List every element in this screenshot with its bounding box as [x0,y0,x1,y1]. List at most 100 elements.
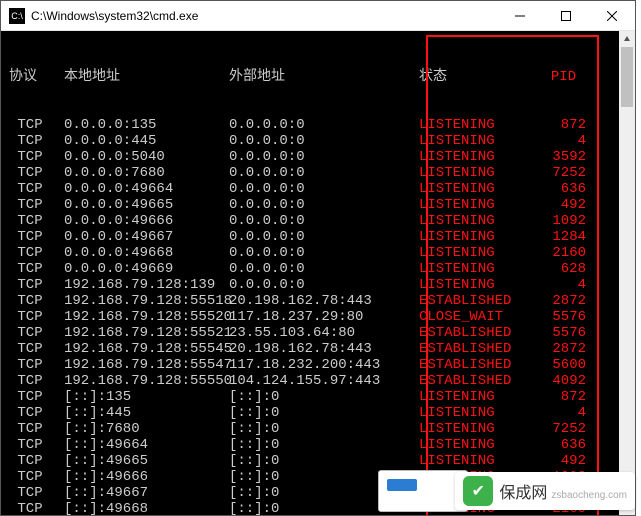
cell-local: 0.0.0.0:135 [64,117,229,133]
cell-proto: TCP [9,325,64,341]
cell-foreign: [::]:0 [229,421,419,437]
cell-pid: 5576 [541,309,586,325]
cell-proto: TCP [9,181,64,197]
cell-pid: 2160 [541,245,586,261]
cell-local: [::]:49666 [64,469,229,485]
cell-state: CLOSE_WAIT [419,309,541,325]
cell-proto: TCP [9,277,64,293]
cell-proto: TCP [9,293,64,309]
cell-proto: TCP [9,405,64,421]
cell-pid: 2872 [541,341,586,357]
watermark-domain: zsbaocheng.com [551,490,627,501]
header-row: 协议 本地地址 外部地址 状态 PID [9,69,627,85]
watermark-text: 保成网 [499,479,547,503]
window-title: C:\Windows\system32\cmd.exe [31,9,497,23]
netstat-row: TCP192.168.79.128:55550104.124.155.97:44… [9,373,627,389]
netstat-row: TCP0.0.0.0:1350.0.0.0:0LISTENING872 [9,117,627,133]
netstat-rows: TCP0.0.0.0:1350.0.0.0:0LISTENING872 TCP0… [9,117,627,515]
cell-state: LISTENING [419,453,541,469]
cell-pid: 636 [541,437,586,453]
scrollbar-thumb[interactable] [621,47,633,107]
titlebar[interactable]: C:\ C:\Windows\system32\cmd.exe [1,1,635,31]
cell-proto: TCP [9,165,64,181]
cell-pid: 636 [541,181,586,197]
maximize-button[interactable] [543,1,589,30]
cell-state: LISTENING [419,165,541,181]
netstat-row: TCP[::]:49665[::]:0LISTENING492 [9,453,627,469]
cell-pid: 5600 [541,357,586,373]
cell-foreign: 0.0.0.0:0 [229,197,419,213]
cell-foreign: 0.0.0.0:0 [229,117,419,133]
cell-local: 192.168.79.128:55518 [64,293,229,309]
cell-pid: 1092 [541,213,586,229]
cell-local: [::]:49668 [64,501,229,515]
cell-state: ESTABLISHED [419,373,541,389]
cell-local: 0.0.0.0:49665 [64,197,229,213]
cell-pid: 492 [541,197,586,213]
cell-pid: 872 [541,389,586,405]
cell-local: [::]:445 [64,405,229,421]
cell-state: LISTENING [419,229,541,245]
cell-state: LISTENING [419,277,541,293]
cell-proto: TCP [9,149,64,165]
cell-local: 192.168.79.128:55520 [64,309,229,325]
cell-proto: TCP [9,245,64,261]
netstat-row: TCP[::]:445[::]:0LISTENING4 [9,405,627,421]
cell-local: [::]:49667 [64,485,229,501]
scroll-up-button[interactable] [619,31,635,47]
cmd-icon: C:\ [9,8,25,24]
netstat-row: TCP0.0.0.0:496650.0.0.0:0LISTENING492 [9,197,627,213]
cell-state: LISTENING [419,213,541,229]
cell-local: 192.168.79.128:55545 [64,341,229,357]
cell-local: [::]:7680 [64,421,229,437]
netstat-row: TCP192.168.79.128:5552123.55.103.64:80ES… [9,325,627,341]
cell-pid: 872 [541,117,586,133]
cell-state: ESTABLISHED [419,357,541,373]
cell-proto: TCP [9,389,64,405]
cell-foreign: 0.0.0.0:0 [229,165,419,181]
netstat-row: TCP192.168.79.128:5554520.198.162.78:443… [9,341,627,357]
close-button[interactable] [589,1,635,30]
cell-pid: 4 [541,277,586,293]
cell-proto: TCP [9,501,64,515]
cell-local: [::]:49665 [64,453,229,469]
cell-foreign: 20.198.162.78:443 [229,293,419,309]
cell-proto: TCP [9,357,64,373]
titlebar-buttons [497,1,635,30]
cell-pid: 5576 [541,325,586,341]
cell-local: 0.0.0.0:5040 [64,149,229,165]
cell-pid: 7252 [541,165,586,181]
cell-state: LISTENING [419,149,541,165]
cell-proto: TCP [9,469,64,485]
vertical-scrollbar[interactable] [619,31,635,515]
netstat-row: TCP192.168.79.128:55520117.18.237.29:80C… [9,309,627,325]
cell-local: 0.0.0.0:49664 [64,181,229,197]
cell-pid: 7252 [541,421,586,437]
cell-foreign: 0.0.0.0:0 [229,245,419,261]
cell-pid: 4 [541,405,586,421]
watermark: 保成网 zsbaocheng.com [455,472,635,510]
cell-state: ESTABLISHED [419,341,541,357]
netstat-row: TCP0.0.0.0:496690.0.0.0:0LISTENING628 [9,261,627,277]
minimize-button[interactable] [497,1,543,30]
netstat-row: TCP192.168.79.128:5551820.198.162.78:443… [9,293,627,309]
cell-state: LISTENING [419,389,541,405]
cell-foreign: 117.18.237.29:80 [229,309,419,325]
scrollbar-track[interactable] [619,47,635,499]
cell-foreign: 0.0.0.0:0 [229,261,419,277]
cell-foreign: 23.55.103.64:80 [229,325,419,341]
watermark-badge-icon [463,476,493,506]
netstat-row: TCP0.0.0.0:76800.0.0.0:0LISTENING7252 [9,165,627,181]
cell-foreign: [::]:0 [229,405,419,421]
header-local: 本地地址 [64,69,229,85]
cell-state: LISTENING [419,181,541,197]
cell-state: ESTABLISHED [419,293,541,309]
console-area[interactable]: 协议 本地地址 外部地址 状态 PID TCP0.0.0.0:1350.0.0.… [1,31,635,515]
netstat-row: TCP0.0.0.0:50400.0.0.0:0LISTENING3592 [9,149,627,165]
cell-local: 0.0.0.0:49666 [64,213,229,229]
cell-local: 192.168.79.128:55547 [64,357,229,373]
netstat-row: TCP0.0.0.0:496660.0.0.0:0LISTENING1092 [9,213,627,229]
cell-pid: 1284 [541,229,586,245]
cell-state: LISTENING [419,437,541,453]
cell-pid: 4092 [541,373,586,389]
